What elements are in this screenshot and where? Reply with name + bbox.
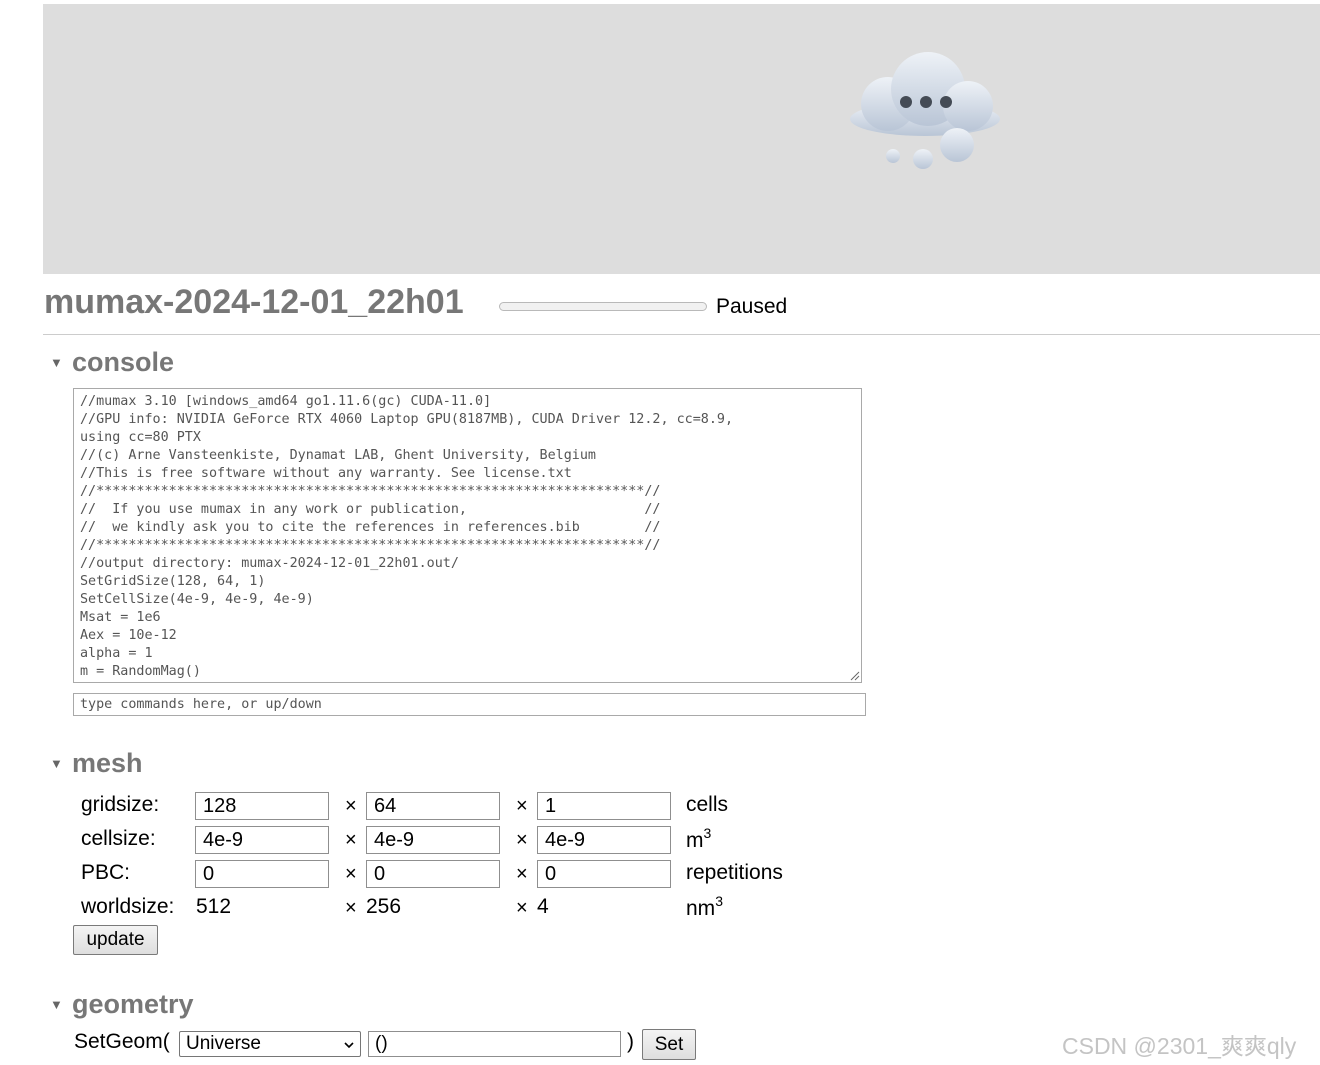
console-line: using cc=80 PTX [80, 430, 201, 445]
geometry-shape-value: Universe [186, 1033, 261, 1054]
console-line: //output directory: mumax-2024-12-01_22h… [80, 556, 459, 571]
collapse-triangle-icon: ▼ [50, 355, 63, 370]
times-sign: × [516, 897, 528, 919]
cellsize-unit-text: m [686, 829, 704, 852]
times-sign: × [516, 795, 528, 817]
run-status: Paused [716, 295, 788, 318]
set-geometry-button[interactable]: Set [642, 1029, 696, 1060]
mesh-heading: mesh [72, 748, 143, 778]
gridsize-label: gridsize: [81, 793, 160, 816]
gridsize-y-field[interactable]: 64 [366, 792, 500, 820]
geometry-section-toggle[interactable]: ▼ geometry [50, 989, 194, 1020]
console-line: //**************************************… [80, 484, 661, 499]
cellsize-z-field[interactable]: 4e-9 [537, 826, 671, 854]
console-line: // If you use mumax in any work or publi… [80, 502, 661, 517]
watermark: CSDN @2301_爽爽qly [1062, 1033, 1297, 1059]
update-button[interactable]: update [73, 925, 158, 955]
geometry-args-field[interactable]: () [368, 1031, 621, 1057]
resize-grip-icon[interactable] [849, 670, 860, 681]
console-line: //This is free software without any warr… [80, 466, 572, 481]
gridsize-x-field[interactable]: 128 [195, 792, 329, 820]
console-section-toggle[interactable]: ▼ console [50, 347, 174, 378]
console-line: Aex = 10e-12 [80, 628, 177, 643]
console-line: SetCellSize(4e-9, 4e-9, 4e-9) [80, 592, 314, 607]
cellsize-y-field[interactable]: 4e-9 [366, 826, 500, 854]
command-input[interactable]: type commands here, or up/down [73, 693, 866, 716]
console-line: // we kindly ask you to cite the referen… [80, 520, 661, 535]
pbc-x-field[interactable]: 0 [195, 860, 329, 888]
page-title: mumax-2024-12-01_22h01 [44, 283, 464, 321]
console-heading: console [72, 347, 175, 377]
collapse-triangle-icon: ▼ [50, 997, 63, 1012]
close-paren: ) [627, 1030, 634, 1053]
worldsize-z-value: 4 [537, 895, 549, 918]
geometry-shape-select[interactable]: Universe [179, 1031, 361, 1057]
times-sign: × [345, 829, 357, 851]
setgeom-label: SetGeom( [74, 1030, 170, 1053]
worldsize-unit: nm3 [686, 894, 723, 921]
worldsize-label: worldsize: [81, 895, 175, 918]
header-divider [43, 334, 1320, 335]
pbc-label: PBC: [81, 861, 131, 884]
gridsize-z-field[interactable]: 1 [537, 792, 671, 820]
console-line: alpha = 1 [80, 646, 153, 661]
times-sign: × [516, 863, 528, 885]
console-line: //(c) Arne Vansteenkiste, Dynamat LAB, G… [80, 448, 596, 463]
cellsize-label: cellsize: [81, 827, 156, 850]
progress-bar [499, 302, 707, 311]
console-line: //mumax 3.10 [windows_amd64 go1.11.6(gc)… [80, 394, 492, 409]
worldsize-x-value: 512 [196, 895, 232, 918]
worldsize-unit-exponent: 3 [715, 893, 723, 909]
worldsize-unit-text: nm [686, 897, 716, 920]
pbc-y-field[interactable]: 0 [366, 860, 500, 888]
mesh-section-toggle[interactable]: ▼ mesh [50, 748, 143, 779]
geometry-heading: geometry [72, 989, 194, 1019]
loading-cloud-icon [843, 44, 1013, 179]
console-line: //GPU info: NVIDIA GeForce RTX 4060 Lapt… [80, 412, 734, 427]
console-line: SetGridSize(128, 64, 1) [80, 574, 266, 589]
loading-banner [43, 4, 1320, 274]
worldsize-y-value: 256 [366, 895, 402, 918]
console-line: m = RandomMag() [80, 664, 201, 679]
times-sign: × [345, 863, 357, 885]
times-sign: × [345, 897, 357, 919]
chevron-down-icon [344, 1042, 354, 1049]
pbc-z-field[interactable]: 0 [537, 860, 671, 888]
collapse-triangle-icon: ▼ [50, 756, 63, 771]
times-sign: × [516, 829, 528, 851]
times-sign: × [345, 795, 357, 817]
cellsize-unit: m3 [686, 826, 711, 853]
cellsize-x-field[interactable]: 4e-9 [195, 826, 329, 854]
gridsize-unit: cells [686, 793, 729, 816]
pbc-unit: repetitions [686, 861, 783, 884]
cellsize-unit-exponent: 3 [703, 825, 712, 841]
console-line: Msat = 1e6 [80, 610, 161, 625]
console-line: //**************************************… [80, 538, 661, 553]
console-output[interactable]: //mumax 3.10 [windows_amd64 go1.11.6(gc)… [73, 388, 862, 683]
